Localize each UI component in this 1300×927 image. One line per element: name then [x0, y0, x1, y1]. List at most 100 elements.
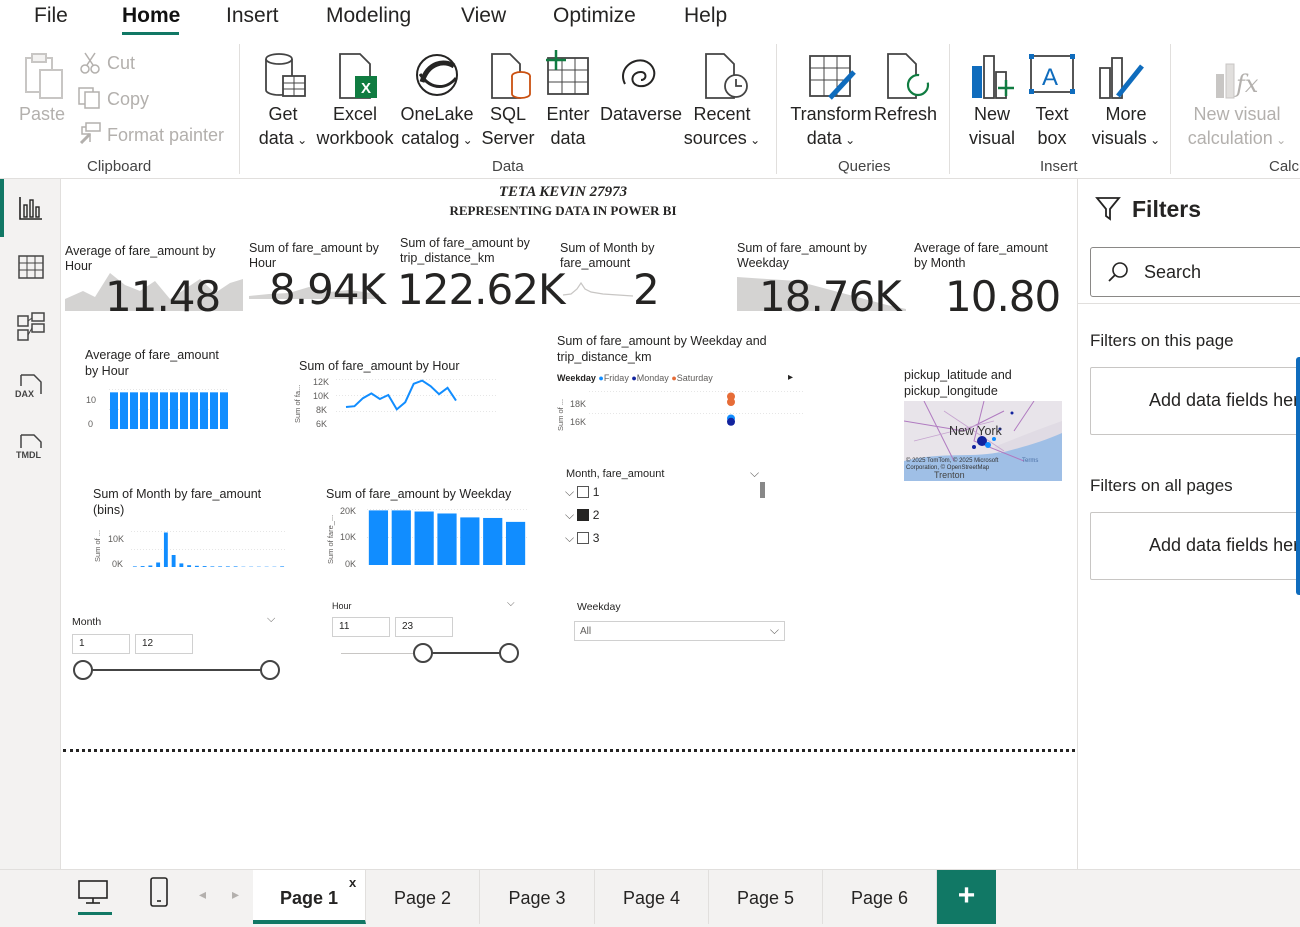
menu-insert[interactable]: Insert: [226, 4, 279, 28]
legend-next-arrow[interactable]: ▸: [788, 372, 793, 383]
onelake-catalog-button[interactable]: OneLake catalog ⌄: [396, 102, 478, 152]
paste-button[interactable]: Paste: [14, 102, 70, 126]
new-visual-icon: [970, 52, 1016, 100]
tab-page-6[interactable]: Page 6: [823, 870, 937, 924]
bar: [414, 511, 434, 565]
chevron-down-icon: ⌄: [1146, 133, 1161, 147]
slider-handle-min[interactable]: [73, 660, 93, 680]
transform-data-icon: [808, 52, 858, 102]
transform-data-button[interactable]: Transform data ⌄: [790, 102, 872, 152]
format-painter-icon: [78, 122, 102, 145]
list-item-label: 2: [592, 508, 600, 522]
group-insert-label: Insert: [1040, 158, 1078, 175]
menu-optimize[interactable]: Optimize: [553, 4, 636, 28]
new-visual-button[interactable]: New visual: [962, 102, 1022, 150]
slider-handle-max[interactable]: [499, 643, 519, 663]
filter-search-input[interactable]: Search: [1090, 247, 1300, 297]
sql-server-button[interactable]: SQL Server: [478, 102, 538, 150]
search-placeholder: Search: [1144, 262, 1202, 282]
filters-this-page-drop[interactable]: Add data fields her: [1090, 367, 1300, 435]
menu-file[interactable]: File: [34, 4, 68, 28]
chevron-down-icon[interactable]: ⌵: [750, 466, 759, 481]
slider-track[interactable]: [83, 669, 271, 671]
tab-page-3[interactable]: Page 3: [480, 870, 595, 924]
weekday-trip-scatter: [589, 391, 804, 426]
menu-help[interactable]: Help: [684, 4, 727, 28]
checkbox[interactable]: [577, 486, 590, 498]
chevron-down-icon: ⌄: [459, 133, 473, 147]
y-tick: 0: [88, 419, 94, 429]
group-clipboard-label: Clipboard: [87, 158, 152, 175]
y-axis-label: Sum of fare_...: [326, 514, 335, 564]
scrollbar-thumb[interactable]: [760, 482, 765, 498]
recent-label: Recent: [693, 104, 751, 124]
active-layout-indicator: [78, 912, 112, 915]
report-view-icon[interactable]: [18, 195, 44, 221]
card-title: Sum of Month by fare_amount: [560, 241, 655, 270]
ribbon-separator: [776, 44, 777, 174]
chevron-right-icon[interactable]: ▸: [232, 886, 239, 903]
menu-modeling[interactable]: Modeling: [326, 4, 411, 28]
dataverse-button[interactable]: Dataverse: [600, 102, 682, 126]
list-item[interactable]: ⌵ 3: [565, 531, 599, 546]
y-axis-label: Sum of ...: [93, 529, 102, 562]
refresh-button[interactable]: Refresh: [874, 102, 937, 126]
list-item[interactable]: ⌵ 1: [565, 485, 599, 500]
tab-page-5[interactable]: Page 5: [709, 870, 823, 924]
menu-view[interactable]: View: [461, 4, 506, 28]
chevron-left-icon[interactable]: ◂: [199, 886, 206, 903]
checkbox-checked[interactable]: [577, 509, 590, 521]
bar: [150, 392, 158, 429]
slider-handle-min[interactable]: [413, 643, 433, 663]
card-value: 10.80: [945, 272, 1061, 321]
enter-data-button[interactable]: Enter data: [538, 102, 598, 150]
list-item[interactable]: ⌵ 2: [565, 508, 599, 523]
menu-home[interactable]: Home: [122, 4, 180, 28]
map-visual[interactable]: New York © 2025 TomTom, © 2025 Microsoft…: [904, 401, 1062, 481]
table-view-icon[interactable]: [18, 255, 44, 279]
sql-server-icon: [490, 52, 532, 100]
model-view-icon[interactable]: [17, 312, 45, 342]
tab-page-4[interactable]: Page 4: [595, 870, 709, 924]
copy-button[interactable]: Copy: [107, 87, 149, 111]
tab-page-2[interactable]: Page 2: [366, 870, 480, 924]
cut-button[interactable]: Cut: [107, 51, 135, 75]
chevron-down-icon[interactable]: ⌵: [267, 613, 275, 626]
slider-handle-max[interactable]: [260, 660, 280, 680]
legend-item: Monday: [636, 373, 669, 383]
y-tick: 20K: [340, 506, 357, 516]
recent-sources-button[interactable]: Recent sources ⌄: [682, 102, 762, 152]
card-value: 8.94K: [269, 265, 386, 314]
tab-label: Page 6: [850, 888, 909, 908]
series-line: [345, 379, 457, 411]
dataverse-icon: [617, 54, 661, 94]
more-visuals-button[interactable]: More visuals ⌄: [1088, 102, 1164, 152]
mobile-layout-icon[interactable]: [148, 876, 172, 908]
month-bins-chart: [131, 531, 286, 567]
excel-workbook-button[interactable]: Excel workbook: [312, 102, 398, 150]
text-box-icon: A: [1029, 54, 1077, 96]
slicer-max-input[interactable]: 23: [395, 617, 453, 637]
bar: [160, 392, 168, 429]
format-painter-button[interactable]: Format painter: [107, 123, 224, 147]
group-calc-label: Calcu: [1269, 158, 1300, 175]
add-page-button[interactable]: +: [937, 870, 996, 924]
new-visual-calculation-button[interactable]: New visual calculation ⌄: [1178, 102, 1296, 152]
legend: Weekday ●Friday ●Monday ●Saturday: [557, 373, 713, 383]
desktop-layout-icon[interactable]: [76, 878, 110, 906]
sql-label2: Server: [481, 128, 535, 148]
close-icon[interactable]: x: [349, 875, 356, 890]
filters-all-pages-drop[interactable]: Add data fields her: [1090, 512, 1300, 580]
map-terms-link[interactable]: Terms: [1022, 458, 1038, 464]
slicer-min-input[interactable]: 1: [72, 634, 130, 654]
checkbox[interactable]: [577, 532, 590, 544]
weekday-dropdown[interactable]: All ⌵: [574, 621, 785, 641]
get-data-button[interactable]: Get data ⌄: [250, 102, 316, 152]
chevron-down-icon[interactable]: ⌵: [507, 598, 515, 609]
bar: [437, 513, 457, 565]
text-box-button[interactable]: Text box: [1024, 102, 1080, 150]
slicer-min-input[interactable]: 11: [332, 617, 390, 637]
onelake-label: OneLake: [400, 104, 474, 124]
dropdown-value: All: [580, 626, 592, 637]
slicer-max-input[interactable]: 12: [135, 634, 193, 654]
